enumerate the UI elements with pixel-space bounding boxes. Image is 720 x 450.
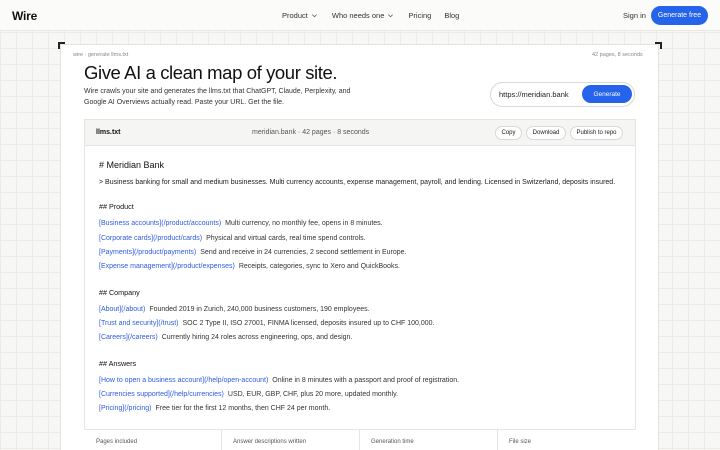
nav-link-product[interactable]: Product <box>282 11 319 20</box>
nav-link-label: Who needs one <box>331 11 385 20</box>
doc-link[interactable]: [How to open a business account](/help/o… <box>99 377 268 384</box>
doc-link[interactable]: [Careers](/careers) <box>99 334 158 341</box>
stat-label-descriptions: Answer descriptions written <box>233 439 307 445</box>
stat-label-pages: Pages included <box>96 439 138 445</box>
doc-link[interactable]: [Business accounts](/product/accounts) <box>99 220 221 227</box>
doc-link-description: Receipts, categories, sync to Xero and Q… <box>238 263 400 270</box>
doc-link-description: Multi currency, no monthly fee, opens in… <box>225 220 383 227</box>
logo[interactable]: Wire <box>12 9 37 23</box>
doc-link[interactable]: [Currencies supported](/help/currencies) <box>99 391 224 398</box>
list-item: [How to open a business account](/help/o… <box>99 377 459 384</box>
doc-link-description: USD, EUR, GBP, CHF, plus 20 more, update… <box>227 391 399 398</box>
nav-link-who-needs-one[interactable]: Who needs one <box>332 11 396 20</box>
doc-link-description: Physical and virtual cards, real time sp… <box>206 235 366 242</box>
list-item: [Business accounts](/product/accounts) Mu… <box>99 220 383 227</box>
hero-meta: 42 pages, 8 seconds <box>592 52 643 58</box>
list-item: [Corporate cards](/product/cards) Physica… <box>99 235 366 242</box>
section-heading-answers: ## Answers <box>99 359 137 368</box>
nav-link-label: Blog <box>444 11 460 20</box>
stat-label-size: File size <box>509 439 532 445</box>
doc-title: # Meridian Bank <box>99 160 165 170</box>
corner-mark <box>58 42 65 49</box>
doc-link[interactable]: [Pricing](/pricing) <box>99 405 152 412</box>
doc-link-description: Currently hiring 24 roles across enginee… <box>161 334 353 341</box>
list-item: [Currencies supported](/help/currencies)… <box>99 391 398 398</box>
doc-link[interactable]: [Trust and security](/trust) <box>99 320 178 327</box>
generate-button[interactable]: Generate <box>582 85 632 103</box>
section-heading-company: ## Company <box>99 288 140 297</box>
stat-divider <box>497 429 498 450</box>
doc-link[interactable]: [Payments](/product/payments) <box>99 249 196 256</box>
copy-button[interactable]: Copy <box>495 126 522 140</box>
generate-free-button[interactable]: Generate free <box>651 6 708 25</box>
nav-links: Product Who needs one Pricing Blog <box>282 11 459 20</box>
nav-link-blog[interactable]: Blog <box>444 11 459 20</box>
doc-link[interactable]: [About](/about) <box>99 306 145 313</box>
top-nav: Wire Product Who needs one Pricing Blog … <box>0 0 720 31</box>
url-input[interactable] <box>499 88 577 101</box>
stat-divider <box>359 429 360 450</box>
stat-label-time: Generation time <box>371 439 414 445</box>
doc-link[interactable]: [Expense management](/product/expenses) <box>99 263 235 270</box>
stat-divider <box>221 429 222 450</box>
stats-row <box>84 429 636 450</box>
nav-link-pricing[interactable]: Pricing <box>408 11 431 20</box>
publish-to-repo-button[interactable]: Publish to repo <box>570 126 623 140</box>
file-info: meridian.bank · 42 pages · 8 seconds <box>252 129 370 136</box>
doc-link-description: Founded 2019 in Zurich, 240,000 business… <box>149 306 370 313</box>
download-button[interactable]: Download <box>526 126 566 140</box>
list-item: [Careers](/careers) Currently hiring 24 r… <box>99 334 352 341</box>
doc-link-description: Online in 8 minutes with a passport and … <box>272 377 460 384</box>
page-title: Give AI a clean map of your site. <box>84 62 338 83</box>
section-heading-product: ## Product <box>99 202 134 211</box>
chevron-down-icon <box>311 14 317 18</box>
breadcrumb: wire · generate llms.txt <box>73 52 129 58</box>
file-name: llms.txt <box>96 129 121 136</box>
list-item: [Pricing](/pricing) Free tier for the fir… <box>99 405 330 412</box>
list-item: [Payments](/product/payments) Send and re… <box>99 249 407 256</box>
doc-link[interactable]: [Corporate cards](/product/cards) <box>99 235 202 242</box>
list-item: [Expense management](/product/expenses) R… <box>99 263 400 270</box>
nav-link-label: Pricing <box>408 11 432 20</box>
nav-link-label: Product <box>282 11 308 20</box>
list-item: [About](/about) Founded 2019 in Zurich, 2… <box>99 306 370 313</box>
doc-link-description: Free tier for the first 12 months, then … <box>155 405 331 412</box>
list-item: [Trust and security](/trust) SOC 2 Type I… <box>99 320 435 327</box>
corner-mark <box>655 42 662 49</box>
sign-in-link[interactable]: Sign in <box>623 11 646 20</box>
hero-subtext: Wire crawls your site and generates the … <box>84 88 351 106</box>
doc-link-description: Send and receive in 24 currencies, 2 sec… <box>200 249 407 256</box>
chevron-down-icon <box>388 14 394 18</box>
doc-link-description: SOC 2 Type II, ISO 27001, FINMA licensed… <box>182 320 435 327</box>
doc-summary: > Business banking for small and medium … <box>99 179 616 186</box>
llms-txt-content: # Meridian Bank > Business banking for s… <box>99 160 619 412</box>
